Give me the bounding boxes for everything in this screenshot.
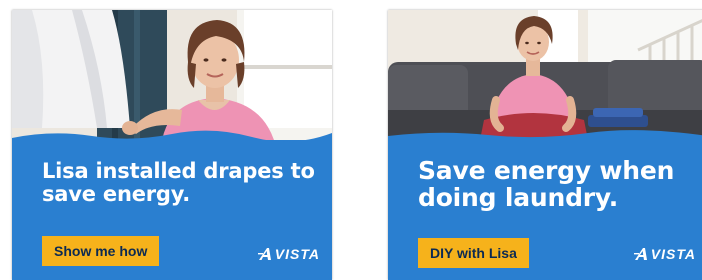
ad-headline: Lisa installed drapes to save energy. <box>42 159 315 206</box>
avista-logo-a-icon <box>257 248 271 260</box>
avista-logo-text: VISTA <box>650 246 696 262</box>
ad-banner-drapes[interactable]: Lisa installed drapes to save energy. Sh… <box>12 10 332 280</box>
ad-photo-woman-sofa <box>388 10 702 140</box>
avista-logo: VISTA <box>257 246 320 262</box>
avista-logo: VISTA <box>633 246 696 262</box>
ad-headline: Save energy when doing laundry. <box>418 156 675 212</box>
avista-logo-a-icon <box>633 248 647 260</box>
page: Lisa installed drapes to save energy. Sh… <box>0 0 702 280</box>
avista-logo-text: VISTA <box>274 246 320 262</box>
show-me-how-button[interactable]: Show me how <box>42 236 160 266</box>
ad-photo-woman-drapes <box>12 10 332 140</box>
diy-with-lisa-button[interactable]: DIY with Lisa <box>418 238 529 268</box>
ad-banner-laundry[interactable]: Save energy when doing laundry. DIY with… <box>388 10 702 280</box>
